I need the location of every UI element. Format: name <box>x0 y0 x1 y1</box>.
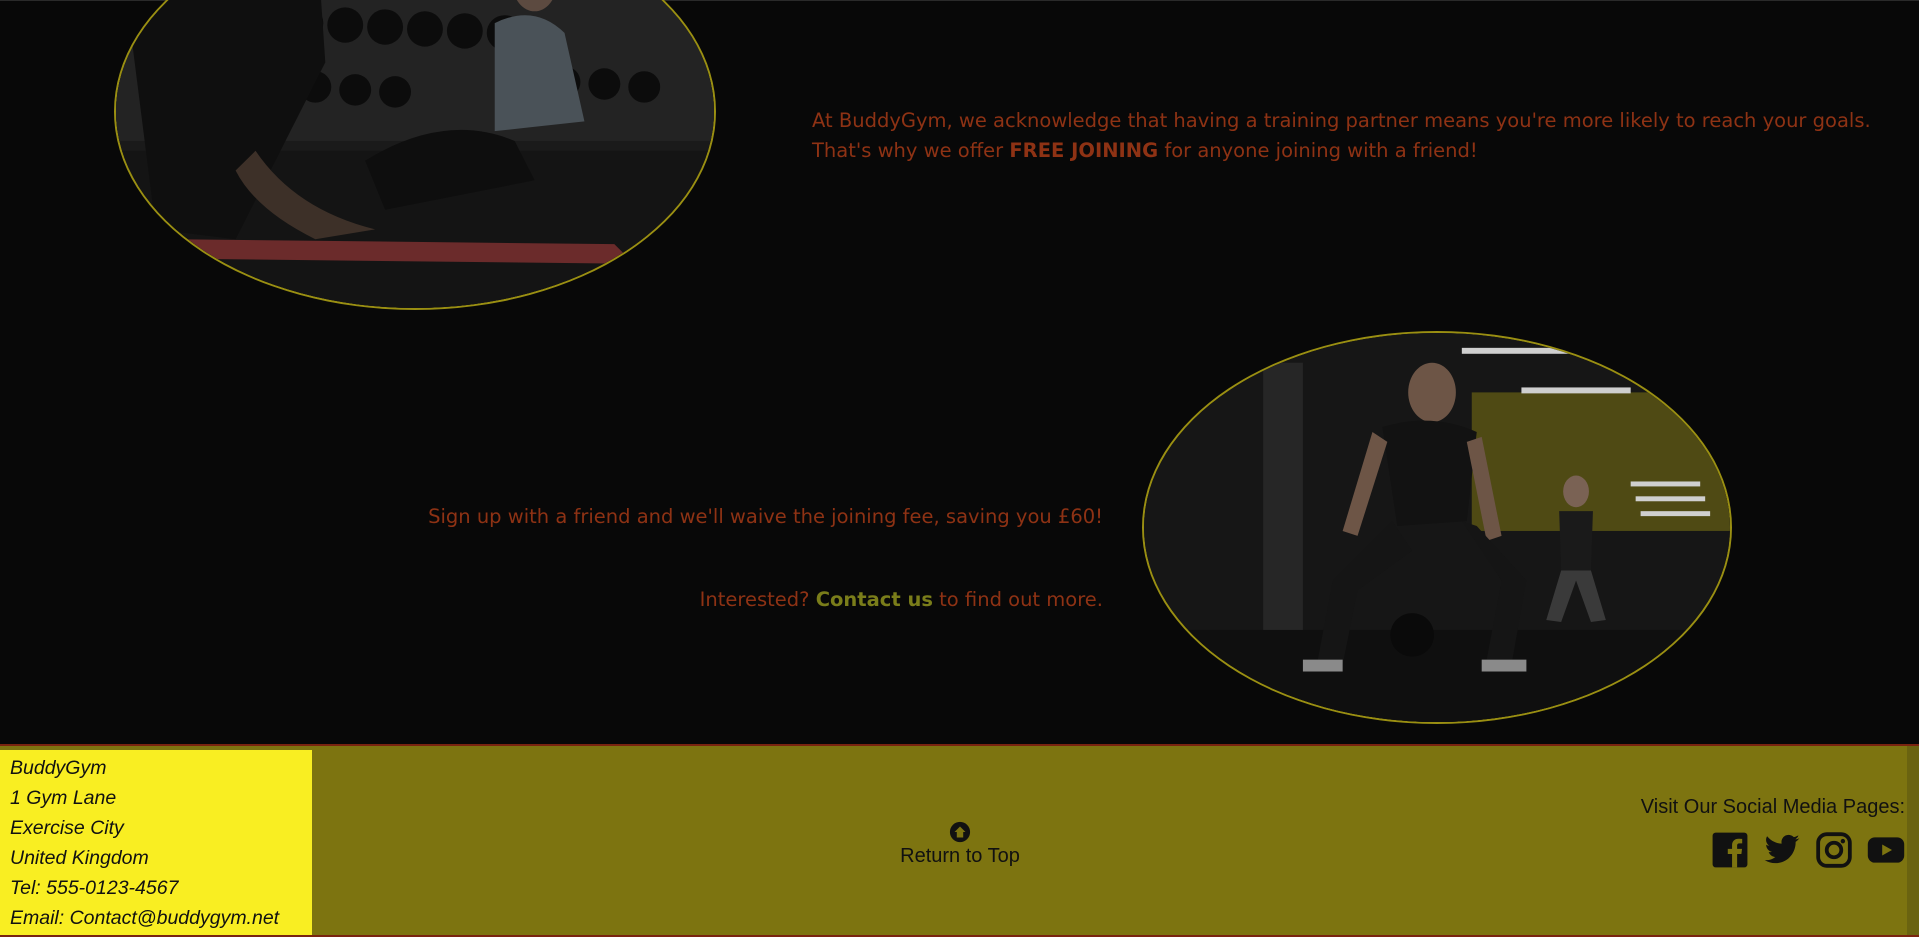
address-country: United Kingdom <box>10 847 149 869</box>
youtube-icon[interactable] <box>1867 831 1905 869</box>
address-email: Email: Contact@buddygym.net <box>10 907 280 929</box>
social-icons-row <box>1641 831 1905 869</box>
signup-offer-text: Sign up with a friend and we'll waive th… <box>428 505 1103 528</box>
free-joining-highlight: FREE JOINING <box>1009 139 1159 162</box>
main-content: At BuddyGym, we acknowledge that having … <box>0 0 1919 744</box>
twitter-icon[interactable] <box>1763 831 1801 869</box>
address-line1: 1 Gym Lane <box>10 787 117 809</box>
instagram-icon[interactable] <box>1815 831 1853 869</box>
contact-prompt: Interested? Contact us to find out more. <box>300 585 1103 615</box>
return-to-top-button[interactable]: Return to Top <box>880 821 1040 868</box>
contact-prompt-suffix: to find out more. <box>932 588 1103 611</box>
social-heading: Visit Our Social Media Pages: <box>1640 796 1905 818</box>
arrow-up-circle-icon <box>949 821 971 843</box>
contact-address: BuddyGym 1 Gym Lane Exercise City United… <box>0 750 312 935</box>
intro-text-after: for anyone joining with a friend! <box>1158 139 1478 162</box>
kettlebell-workout-image <box>1142 331 1732 724</box>
scrollbar[interactable] <box>1907 746 1919 935</box>
partner-workout-image <box>114 0 716 310</box>
address-telephone: Tel: 555-0123-4567 <box>10 877 179 899</box>
address-city: Exercise City <box>10 817 124 839</box>
social-media-section: Visit Our Social Media Pages: <box>1641 796 1905 869</box>
facebook-icon[interactable] <box>1711 831 1749 869</box>
site-footer: BuddyGym 1 Gym Lane Exercise City United… <box>0 744 1919 937</box>
address-company-name: BuddyGym <box>10 757 107 779</box>
contact-us-link[interactable]: Contact us <box>816 588 933 611</box>
return-to-top-label: Return to Top <box>900 845 1020 867</box>
contact-prompt-prefix: Interested? <box>699 588 816 611</box>
free-joining-paragraph: At BuddyGym, we acknowledge that having … <box>812 106 1882 166</box>
